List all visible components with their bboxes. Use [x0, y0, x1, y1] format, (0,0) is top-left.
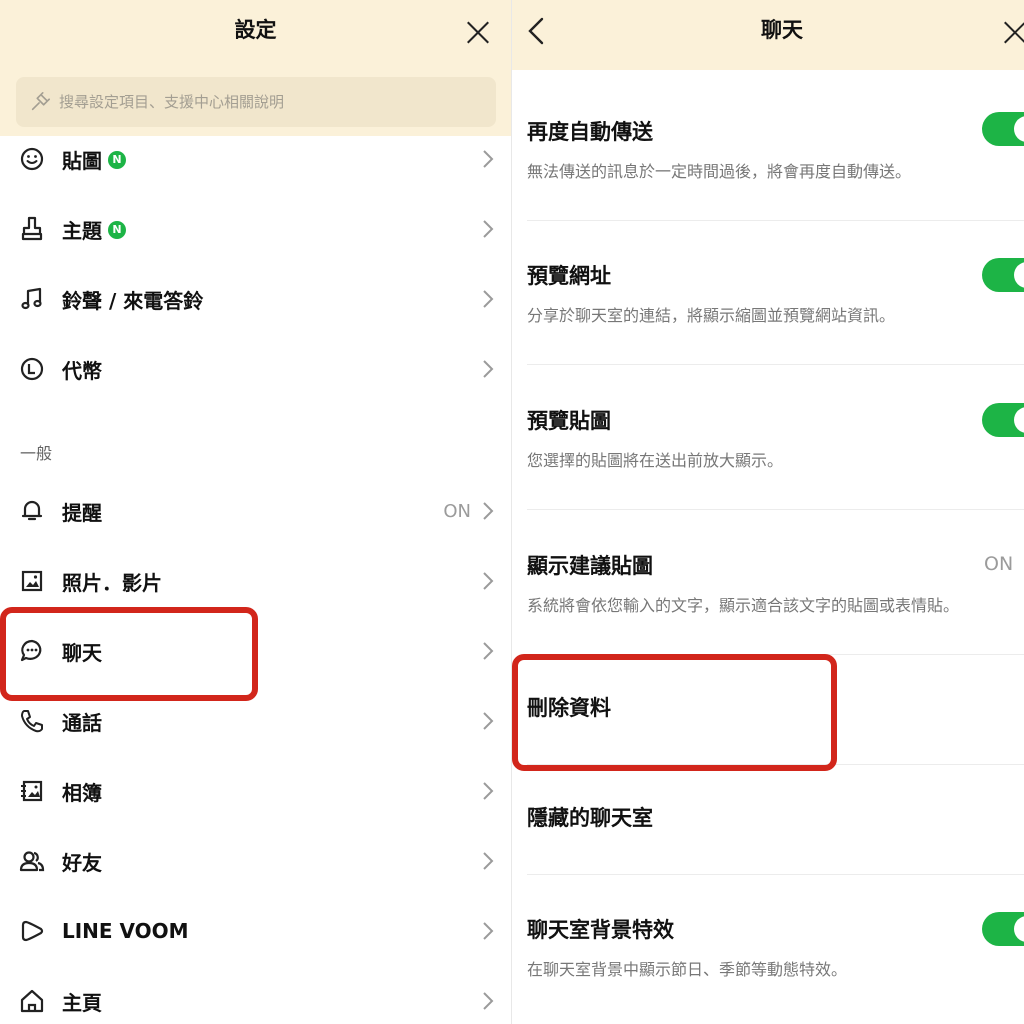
close-icon[interactable] — [1000, 17, 1024, 47]
setting-description: 分享於聊天室的連結，將顯示縮圖並預覽網站資訊。 — [527, 306, 896, 325]
bell-icon — [21, 500, 43, 521]
setting-title: 預覽貼圖 — [527, 409, 611, 433]
setting-description: 您選擇的貼圖將在送出前放大顯示。 — [527, 451, 784, 470]
divider — [527, 509, 1024, 510]
search-input[interactable] — [57, 92, 481, 112]
highlight-box-delete-data — [512, 654, 837, 771]
setting-auto-resend[interactable]: 再度自動傳送 無法傳送的訊息於一定時間過後，將會再度自動傳送。 — [512, 112, 1024, 220]
divider — [527, 874, 1024, 875]
chevron-right-icon — [483, 360, 494, 378]
toggle-switch[interactable] — [982, 912, 1024, 946]
setting-title: 再度自動傳送 — [527, 120, 653, 144]
music-note-icon — [21, 287, 42, 310]
settings-item-label: 照片．影片 — [62, 570, 162, 595]
divider — [527, 364, 1024, 365]
settings-item-home[interactable]: 主頁 — [0, 971, 511, 1024]
search-icon — [31, 92, 50, 111]
chevron-right-icon — [483, 502, 494, 520]
album-icon — [21, 780, 43, 802]
chevron-right-icon — [483, 922, 494, 940]
setting-title: 預覽網址 — [527, 264, 611, 288]
chevron-right-icon — [483, 290, 494, 308]
settings-item-label: 代幣 — [62, 358, 102, 383]
settings-item-friends[interactable]: 好友 — [0, 831, 511, 891]
settings-item-label: 主題 — [62, 218, 102, 243]
settings-item-label: 好友 — [62, 850, 102, 875]
voom-play-icon — [21, 920, 44, 942]
settings-item-label: LINE VOOM — [62, 919, 189, 943]
toggle-switch[interactable] — [982, 403, 1024, 437]
setting-description: 無法傳送的訊息於一定時間過後，將會再度自動傳送。 — [527, 162, 912, 181]
setting-url-preview[interactable]: 預覽網址 分享於聊天室的連結，將顯示縮圖並預覽網站資訊。 — [512, 256, 1024, 364]
settings-item-label: 主頁 — [62, 990, 102, 1015]
settings-item-value: ON — [443, 500, 471, 522]
chevron-right-icon — [483, 642, 494, 660]
section-header-general: 一般 — [20, 444, 53, 463]
page-title: 聊天 — [761, 18, 803, 42]
search-bar[interactable] — [16, 77, 496, 127]
settings-item-label: 鈴聲 / 來電答鈴 — [62, 288, 204, 313]
setting-sticker-preview[interactable]: 預覽貼圖 您選擇的貼圖將在送出前放大顯示。 — [512, 401, 1024, 509]
chevron-right-icon — [483, 992, 494, 1010]
chats-header: 聊天 — [512, 0, 1024, 70]
toggle-switch[interactable] — [982, 258, 1024, 292]
setting-description: 系統將會依您輸入的文字，顯示適合該文字的貼圖或表情貼。 — [527, 596, 960, 615]
setting-description: 在聊天室背景中顯示節日、季節等動態特效。 — [527, 960, 848, 979]
setting-title: 隱藏的聊天室 — [527, 806, 653, 830]
settings-item-themes[interactable]: 主題 N — [0, 199, 511, 259]
brush-icon — [21, 216, 43, 241]
setting-hidden-chats[interactable]: 隱藏的聊天室 — [512, 764, 1024, 874]
settings-item-photos-videos[interactable]: 照片．影片 — [0, 551, 511, 611]
settings-item-label: 貼圖 — [62, 148, 102, 173]
chevron-right-icon — [483, 782, 494, 800]
page-title: 設定 — [234, 18, 277, 42]
home-icon — [20, 989, 44, 1013]
setting-value: ON — [984, 553, 1014, 575]
smiley-icon — [20, 147, 44, 171]
settings-item-label: 通話 — [62, 710, 102, 735]
friends-icon — [19, 851, 45, 872]
settings-item-coins[interactable]: 代幣 — [0, 339, 511, 399]
chevron-right-icon — [483, 852, 494, 870]
settings-item-label: 相簿 — [62, 780, 102, 805]
highlight-box-chats — [0, 607, 258, 701]
setting-suggested-stickers[interactable]: 顯示建議貼圖 系統將會依您輸入的文字，顯示適合該文字的貼圖或表情貼。 ON — [512, 546, 1024, 654]
settings-header: 設定 — [0, 0, 511, 136]
settings-pane: 設定 貼圖 N 主題 N 鈴聲 / 來電答鈴 — [0, 0, 511, 1024]
chevron-right-icon — [483, 712, 494, 730]
image-icon — [21, 570, 43, 592]
setting-title: 聊天室背景特效 — [527, 918, 674, 942]
new-badge: N — [108, 151, 126, 169]
settings-item-albums[interactable]: 相簿 — [0, 761, 511, 821]
settings-item-label: 提醒 — [62, 500, 102, 525]
settings-item-line-voom[interactable]: LINE VOOM — [0, 901, 511, 961]
setting-background-effects[interactable]: 聊天室背景特效 在聊天室背景中顯示節日、季節等動態特效。 — [512, 910, 1024, 1018]
toggle-switch[interactable] — [982, 112, 1024, 146]
setting-title: 顯示建議貼圖 — [527, 554, 653, 578]
divider — [527, 220, 1024, 221]
settings-item-notifications[interactable]: 提醒 ON — [0, 481, 511, 541]
chevron-right-icon — [483, 150, 494, 168]
chats-settings-pane: 聊天 再度自動傳送 無法傳送的訊息於一定時間過後，將會再度自動傳送。 預覽網址 … — [512, 0, 1024, 1024]
settings-item-ringtones[interactable]: 鈴聲 / 來電答鈴 — [0, 269, 511, 329]
close-icon[interactable] — [463, 17, 493, 47]
settings-item-stickers[interactable]: 貼圖 N — [0, 129, 511, 189]
chevron-right-icon — [483, 220, 494, 238]
phone-icon — [21, 710, 43, 733]
chevron-right-icon — [483, 572, 494, 590]
coin-icon — [20, 357, 44, 381]
new-badge: N — [108, 221, 126, 239]
